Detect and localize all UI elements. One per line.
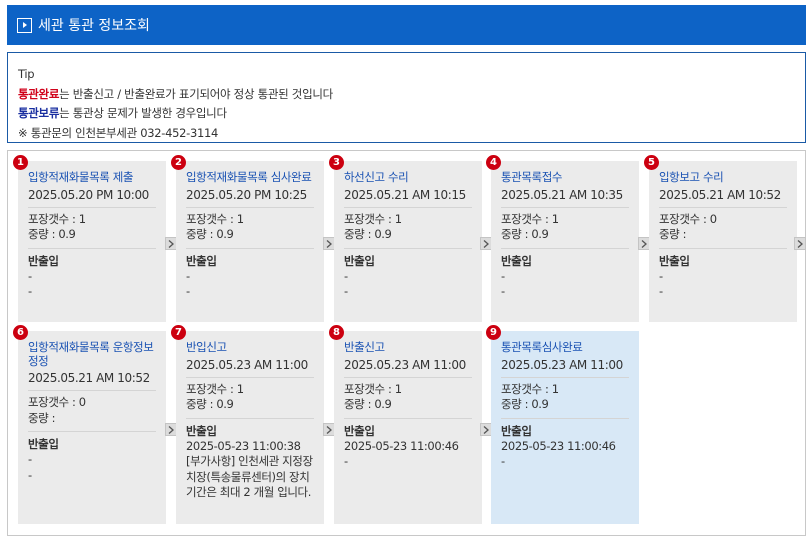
step-card-9-current: 9 통관목록심사완료 2025.05.23 AM 11:00 포장갯수 : 1 … — [486, 325, 639, 524]
step-io-label: 반출입 — [28, 437, 59, 451]
step-io-1: 2025-05-23 11:00:46 — [501, 438, 616, 453]
step-card-5: 5 입항보고 수리 2025.05.21 AM 10:52 포장갯수 : 0 중… — [644, 155, 797, 322]
step-date: 2025.05.21 AM 10:52 — [28, 371, 150, 385]
step-title: 하선신고 수리 — [344, 170, 409, 184]
tip-box: Tip 통관완료는 반출신고 / 반출완료가 표기되어야 정상 통관된 것입니다… — [7, 52, 806, 143]
step-io-1: - — [344, 268, 348, 283]
step-date: 2025.05.23 AM 11:00 — [344, 357, 466, 372]
step-weight: 중량 : 0.9 — [344, 227, 392, 241]
step-title: 통관목록접수 — [501, 170, 563, 184]
step-card-6: 6 입항적재화물목록 운항정보 정정 2025.05.21 AM 10:52 포… — [13, 325, 166, 524]
step-packages: 포장갯수 : 0 — [28, 395, 86, 409]
step-number-badge: 2 — [171, 155, 186, 170]
chevron-right-icon — [794, 237, 806, 250]
step-packages: 포장갯수 : 1 — [501, 381, 559, 396]
step-io-label: 반출입 — [186, 423, 217, 438]
step-packages: 포장갯수 : 1 — [344, 211, 402, 226]
step-date: 2025.05.23 AM 11:00 — [501, 357, 623, 372]
step-weight: 중량 : 0.9 — [501, 397, 549, 411]
step-packages: 포장갯수 : 1 — [186, 381, 244, 396]
step-io-1: 2025-05-23 11:00:46 — [344, 438, 459, 453]
step-title: 입항보고 수리 — [659, 170, 724, 184]
step-date: 2025.05.21 AM 10:35 — [501, 187, 623, 202]
step-date: 2025.05.20 PM 10:25 — [186, 187, 307, 202]
step-io-label: 반출입 — [344, 253, 375, 268]
step-io-label: 반출입 — [344, 423, 375, 438]
step-number-badge: 1 — [13, 155, 28, 170]
step-number-badge: 9 — [486, 325, 501, 340]
customs-flow: 1 입항적재화물목록 제출 2025.05.20 PM 10:00 포장갯수 :… — [7, 150, 806, 536]
tip-line-complete: 통관완료는 반출신고 / 반출완료가 표기되어야 정상 통관된 것입니다 — [18, 86, 333, 101]
step-number-badge: 3 — [329, 155, 344, 170]
step-io-note: [부가사항] 인천세관 지정장치장(특송물류센터)의 장치기간은 최대 2 개월… — [186, 454, 313, 499]
step-card-3: 3 하선신고 수리 2025.05.21 AM 10:15 포장갯수 : 1 중… — [329, 155, 482, 322]
step-card-4: 4 통관목록접수 2025.05.21 AM 10:35 포장갯수 : 1 중량… — [486, 155, 639, 322]
tip-highlight-hold: 통관보류 — [18, 106, 60, 120]
step-io-1: - — [186, 268, 190, 283]
chevron-right-square-icon — [17, 17, 32, 33]
page-title: 세관 통관 정보조회 — [38, 18, 150, 34]
step-number-badge: 7 — [171, 325, 186, 340]
step-title: 입항적재화물목록 제출 — [28, 170, 134, 184]
step-date: 2025.05.21 AM 10:15 — [344, 187, 466, 202]
step-title: 통관목록심사완료 — [501, 340, 583, 354]
step-card-7: 7 반입신고 2025.05.23 AM 11:00 포장갯수 : 1 중량 :… — [171, 325, 324, 524]
step-weight: 중량 : 0.9 — [501, 227, 549, 241]
step-packages: 포장갯수 : 1 — [186, 211, 244, 226]
tip-label: Tip — [18, 67, 35, 81]
step-date: 2025.05.21 AM 10:52 — [659, 187, 781, 202]
step-io-1: - — [659, 268, 663, 283]
step-weight: 중량 : 0.9 — [344, 397, 392, 411]
step-io-1: 2025-05-23 11:00:38 — [186, 438, 301, 453]
step-number-badge: 8 — [329, 325, 344, 340]
step-io-label: 반출입 — [501, 253, 532, 268]
step-io-2: - — [344, 454, 348, 468]
step-date: 2025.05.23 AM 11:00 — [186, 357, 308, 372]
step-weight: 중량 : 0.9 — [186, 227, 234, 241]
step-io-2: - — [186, 284, 190, 298]
step-io-2: - — [501, 454, 505, 468]
step-card-1: 1 입항적재화물목록 제출 2025.05.20 PM 10:00 포장갯수 :… — [13, 155, 166, 322]
step-title: 반입신고 — [186, 340, 227, 354]
step-title: 입항적재화물목록 운항정보 정정 — [28, 340, 154, 368]
tip-line-contact: ※ 통관문의 인천본부세관 032-452-3114 — [18, 125, 219, 140]
step-number-badge: 4 — [486, 155, 501, 170]
step-io-2: - — [344, 284, 348, 298]
step-number-badge: 5 — [644, 155, 659, 170]
step-weight: 중량 : — [28, 410, 56, 425]
step-packages: 포장갯수 : 1 — [501, 211, 559, 226]
step-io-1: - — [28, 268, 32, 283]
step-weight: 중량 : 0.9 — [186, 397, 234, 411]
step-packages: 포장갯수 : 1 — [28, 211, 86, 226]
step-title: 반출신고 — [344, 340, 385, 354]
step-io-label: 반출입 — [501, 423, 532, 438]
step-io-1: - — [28, 452, 32, 466]
step-card-8: 8 반출신고 2025.05.23 AM 11:00 포장갯수 : 1 중량 :… — [329, 325, 482, 524]
step-number-badge: 6 — [13, 325, 28, 340]
tip-highlight-complete: 통관완료 — [18, 86, 60, 101]
page-header: 세관 통관 정보조회 — [7, 5, 806, 45]
step-weight: 중량 : — [659, 227, 687, 241]
step-packages: 포장갯수 : 1 — [344, 381, 402, 396]
step-io-label: 반출입 — [28, 253, 59, 268]
step-date: 2025.05.20 PM 10:00 — [28, 187, 149, 202]
step-io-2: - — [501, 284, 505, 298]
step-io-1: - — [501, 268, 505, 283]
step-card-2: 2 입항적재화물목록 심사완료 2025.05.20 PM 10:25 포장갯수… — [171, 155, 324, 322]
step-weight: 중량 : 0.9 — [28, 227, 76, 241]
step-io-label: 반출입 — [659, 253, 690, 268]
tip-line-hold: 통관보류는 통관상 문제가 발생한 경우입니다 — [18, 106, 227, 120]
step-title: 입항적재화물목록 심사완료 — [186, 170, 312, 184]
step-io-label: 반출입 — [186, 253, 217, 268]
step-packages: 포장갯수 : 0 — [659, 211, 717, 226]
step-io-2: - — [28, 284, 32, 298]
step-io-2: - — [28, 467, 32, 482]
step-io-2: - — [659, 284, 663, 298]
